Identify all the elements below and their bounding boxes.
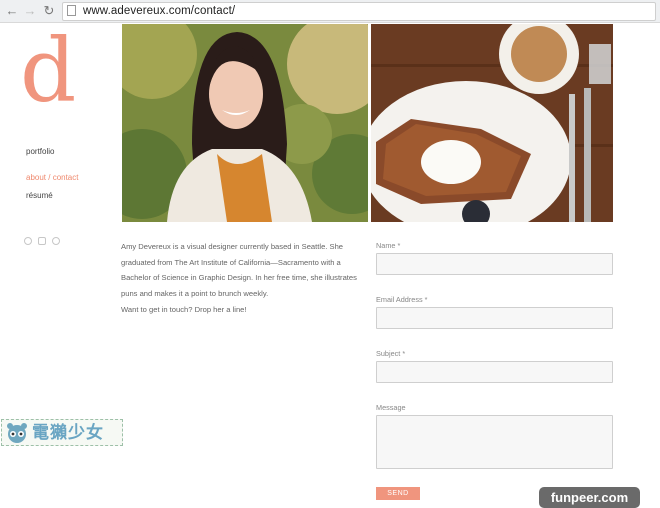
right-watermark: funpeer.com — [539, 487, 640, 508]
bio-text: Amy Devereux is a visual designer curren… — [121, 242, 357, 298]
dribbble-icon[interactable] — [52, 237, 60, 245]
left-watermark-text: 電獺少女 — [32, 423, 104, 442]
site-logo[interactable]: d — [20, 26, 76, 116]
nav-about-contact[interactable]: about / contact — [26, 173, 78, 182]
portrait-photo — [122, 24, 368, 222]
left-watermark: 電獺少女 — [1, 419, 123, 446]
page-icon — [67, 5, 76, 16]
subject-field[interactable] — [376, 361, 613, 383]
twitter-icon[interactable] — [24, 237, 32, 245]
message-label: Message — [376, 403, 406, 412]
browser-toolbar: ← → ↻ www.adevereux.com/contact/ — [0, 0, 660, 23]
url-text: www.adevereux.com/contact/ — [83, 5, 236, 17]
contact-cta: Want to get in touch? Drop her a line! — [121, 305, 247, 314]
reload-icon[interactable]: ↻ — [41, 3, 57, 19]
nav-portfolio[interactable]: portfolio — [26, 147, 54, 156]
otter-mascot-icon — [7, 423, 27, 443]
email-field[interactable] — [376, 307, 613, 329]
subject-label: Subject * — [376, 349, 406, 358]
nav-resume[interactable]: résumé — [26, 191, 53, 200]
instagram-icon[interactable] — [38, 237, 46, 245]
address-bar[interactable]: www.adevereux.com/contact/ — [62, 2, 656, 21]
brunch-photo — [371, 24, 613, 222]
forward-arrow-icon[interactable]: → — [22, 3, 38, 19]
email-label: Email Address * — [376, 295, 428, 304]
message-field[interactable] — [376, 415, 613, 469]
send-button[interactable]: SEND — [376, 487, 420, 500]
name-field[interactable] — [376, 253, 613, 275]
back-arrow-icon[interactable]: ← — [4, 3, 20, 19]
social-links — [24, 232, 66, 250]
name-label: Name * — [376, 241, 401, 250]
